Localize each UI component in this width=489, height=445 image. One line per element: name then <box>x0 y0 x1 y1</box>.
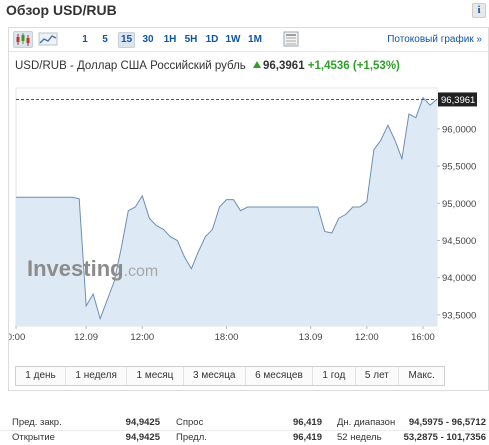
info-icon[interactable]: i <box>472 3 486 18</box>
page-header: Обзор USD/RUB i <box>0 0 489 22</box>
x-tick-label: 12:00 <box>355 332 379 343</box>
x-tick-label: 12:00 <box>130 332 154 343</box>
range-1-month[interactable]: 1 месяц <box>127 367 184 385</box>
range-5-years[interactable]: 5 лет <box>356 367 400 385</box>
prev-close-label: Пред. закр. <box>12 417 62 428</box>
y-tick-label: 96,0000 <box>442 124 476 135</box>
x-tick-label: 0:00 <box>9 332 25 343</box>
range-1-week[interactable]: 1 неделя <box>66 367 128 385</box>
stats-table: Пред. закр. 94,9425 Спрос 96,419 Дн. диа… <box>0 412 489 445</box>
watermark-suffix: .com <box>124 263 159 280</box>
range-1-day[interactable]: 1 день <box>16 367 67 385</box>
y-tick-label: 94,5000 <box>442 236 476 247</box>
week52-value: 53,2875 - 101,7356 <box>403 432 486 443</box>
ask-value: 96,419 <box>292 432 322 443</box>
x-tick-label: 16:00 <box>411 332 435 343</box>
bid-value: 96,419 <box>292 417 322 428</box>
range-max[interactable]: Макс. <box>399 367 444 385</box>
chart-panel: 1 5 15 30 1H 5H 1D 1W 1M Потоковый графи… <box>8 27 489 391</box>
x-tick-label: 18:00 <box>215 332 239 343</box>
week52-label: 52 недель <box>337 432 382 443</box>
stats-row: Пред. закр. 94,9425 Спрос 96,419 Дн. диа… <box>0 417 489 431</box>
y-tick-label: 95,5000 <box>442 162 476 173</box>
y-tick-label: 95,0000 <box>442 199 476 210</box>
range-3-months[interactable]: 3 месяца <box>184 367 246 385</box>
y-tick-label: 93,5000 <box>442 310 476 321</box>
price-chart[interactable]: Investing.com 96,0000 95,5000 95,0000 94,500… <box>9 28 488 364</box>
day-range-value: 94,5975 - 96,5712 <box>408 417 486 428</box>
current-price-label: 96,3961 <box>441 95 475 106</box>
x-tick-label: 13.09 <box>299 332 323 343</box>
ask-label: Предл. <box>176 432 207 443</box>
watermark-brand: Investing <box>27 256 124 281</box>
stats-row: Открытие 94,9425 Предл. 96,419 52 недель… <box>0 432 489 445</box>
open-label: Открытие <box>12 432 55 443</box>
day-range-label: Дн. диапазон <box>337 417 396 428</box>
bid-label: Спрос <box>176 417 204 428</box>
range-1-year[interactable]: 1 год <box>313 367 356 385</box>
x-tick-label: 12.09 <box>74 332 98 343</box>
page-title: Обзор USD/RUB <box>6 2 117 18</box>
y-tick-label: 94,0000 <box>442 273 476 284</box>
prev-close-value: 94,9425 <box>125 417 160 428</box>
range-selector: 1 день 1 неделя 1 месяц 3 месяца 6 месяц… <box>15 366 445 386</box>
open-value: 94,9425 <box>125 432 160 443</box>
range-6-months[interactable]: 6 месяцев <box>246 367 314 385</box>
